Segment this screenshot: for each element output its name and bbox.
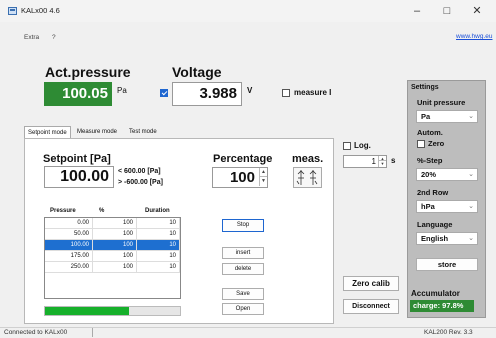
language-label: Language — [417, 220, 453, 229]
table-row[interactable]: 100.00 100 10 — [45, 240, 180, 251]
voltage-display: 3.988 — [172, 82, 242, 106]
percentage-label: Percentage — [213, 153, 273, 165]
meas-label: meas. — [292, 153, 324, 165]
save-button[interactable]: Save — [222, 288, 264, 300]
program-progress-bar — [44, 306, 181, 316]
zero-calib-button[interactable]: Zero calib — [343, 276, 399, 291]
spin-down-icon[interactable]: ▼ — [379, 161, 386, 167]
table-row[interactable]: 50.00 100 10 — [45, 229, 180, 240]
chevron-down-icon: ⌄ — [468, 203, 474, 210]
log-checkbox[interactable] — [343, 142, 351, 150]
voltage-unit: V — [247, 86, 253, 95]
chevron-down-icon: ⌄ — [468, 113, 474, 120]
tab-measure-mode[interactable]: Measure mode — [74, 126, 120, 138]
tab-setpoint-mode[interactable]: Setpoint mode — [24, 126, 71, 138]
percentage-spinner[interactable]: ▲ ▼ — [259, 168, 267, 186]
step-value: 20% — [421, 170, 437, 179]
unit-pressure-value: Pa — [421, 112, 431, 121]
accumulator-label: Accumulator — [411, 289, 460, 298]
progress-fill — [45, 307, 129, 315]
spin-down-icon[interactable]: ▼ — [260, 177, 267, 186]
settings-title: Settings — [411, 84, 439, 91]
website-link[interactable]: www.hwg.eu — [456, 33, 493, 40]
insert-button[interactable]: insert — [222, 247, 264, 259]
table-cell: 175.00 — [45, 251, 93, 262]
act-pressure-label: Act.pressure — [45, 64, 131, 80]
table-cell: 10 — [137, 240, 180, 251]
app-icon — [8, 7, 17, 15]
table-cell: 0.00 — [45, 218, 93, 229]
setpoint-label: Setpoint [Pa] — [43, 153, 111, 165]
table-cell: 250.00 — [45, 262, 93, 273]
autom-label: Autom. — [417, 128, 443, 137]
table-cell: 100.00 — [45, 240, 93, 251]
table-cell: 100 — [93, 262, 137, 273]
table-row[interactable]: 175.00 100 10 — [45, 251, 180, 262]
setpoint-max-limit: < 600.00 [Pa] — [118, 168, 161, 175]
zero-checkbox[interactable] — [417, 140, 425, 148]
table-cell: 10 — [137, 262, 180, 273]
table-cell: 100 — [93, 251, 137, 262]
act-pressure-display: 100.05 — [44, 82, 112, 106]
table-cell: 100 — [93, 229, 137, 240]
stop-button[interactable]: Stop — [222, 219, 264, 232]
step-label: %-Step — [417, 156, 443, 165]
table-cell: 50.00 — [45, 229, 93, 240]
table-row[interactable]: 0.00 100 10 — [45, 218, 180, 229]
unit-pressure-select[interactable]: Pa ⌄ — [416, 110, 478, 123]
status-bar — [0, 327, 496, 338]
chevron-down-icon: ⌄ — [468, 235, 474, 242]
voltage-label: Voltage — [172, 64, 222, 80]
col-header-percent: % — [99, 208, 105, 214]
table-cell: 10 — [137, 229, 180, 240]
charge-display: charge: 97.8% — [410, 300, 474, 312]
measure-i-label: measure I — [294, 88, 332, 97]
status-separator — [92, 328, 93, 337]
log-interval-unit: s — [391, 156, 396, 165]
delete-button[interactable]: delete — [222, 263, 264, 275]
menu-extra[interactable]: Extra — [24, 34, 39, 41]
program-table[interactable]: 0.00 100 10 50.00 100 10 100.00 100 10 175.00 100 1… — [44, 217, 181, 299]
table-cell: 10 — [137, 251, 180, 262]
setpoint-input[interactable]: 100.00 — [44, 166, 114, 188]
chevron-down-icon: ⌄ — [468, 171, 474, 178]
app-window: KALx00 4.6 – □ ✕ Extra ? www.hwg.eu Act.… — [0, 0, 496, 338]
table-row[interactable]: 250.00 100 10 — [45, 262, 180, 273]
device-revision: KAL200 Rev. 3.3 — [424, 329, 473, 336]
store-button[interactable]: store — [416, 258, 478, 271]
table-cell: 10 — [137, 218, 180, 229]
second-row-value: hPa — [421, 202, 435, 211]
table-cell: 100 — [93, 218, 137, 229]
minimize-button[interactable]: – — [404, 4, 430, 18]
meas-toggle-icon — [296, 170, 318, 185]
zero-label: Zero — [428, 139, 445, 148]
act-pressure-unit: Pa — [117, 86, 127, 95]
second-row-select[interactable]: hPa ⌄ — [416, 200, 478, 213]
voltage-checkbox[interactable] — [160, 89, 168, 97]
second-row-label: 2nd Row — [417, 188, 449, 197]
language-select[interactable]: English ⌄ — [416, 232, 478, 245]
step-select[interactable]: 20% ⌄ — [416, 168, 478, 181]
close-button[interactable]: ✕ — [464, 4, 490, 18]
maximize-button[interactable]: □ — [434, 4, 460, 18]
col-header-duration: Duration — [145, 208, 170, 214]
measure-i-checkbox[interactable] — [282, 89, 290, 97]
open-button[interactable]: Open — [222, 303, 264, 315]
menu-help[interactable]: ? — [52, 34, 56, 41]
tab-test-mode[interactable]: Test mode — [126, 126, 160, 138]
unit-pressure-label: Unit pressure — [417, 98, 466, 107]
disconnect-button[interactable]: Disconnect — [343, 299, 399, 314]
connection-status: Connected to KALx00 — [4, 329, 68, 336]
spin-up-icon[interactable]: ▲ — [260, 168, 267, 177]
log-label: Log. — [354, 141, 371, 150]
window-title: KALx00 4.6 — [21, 6, 60, 15]
setpoint-min-limit: > -600.00 [Pa] — [118, 179, 163, 186]
log-interval-spinner[interactable]: ▲ ▼ — [378, 156, 386, 167]
col-header-pressure: Pressure — [50, 208, 76, 214]
meas-toggle-button[interactable] — [293, 167, 322, 188]
table-cell: 100 — [93, 240, 137, 251]
language-value: English — [421, 234, 449, 243]
